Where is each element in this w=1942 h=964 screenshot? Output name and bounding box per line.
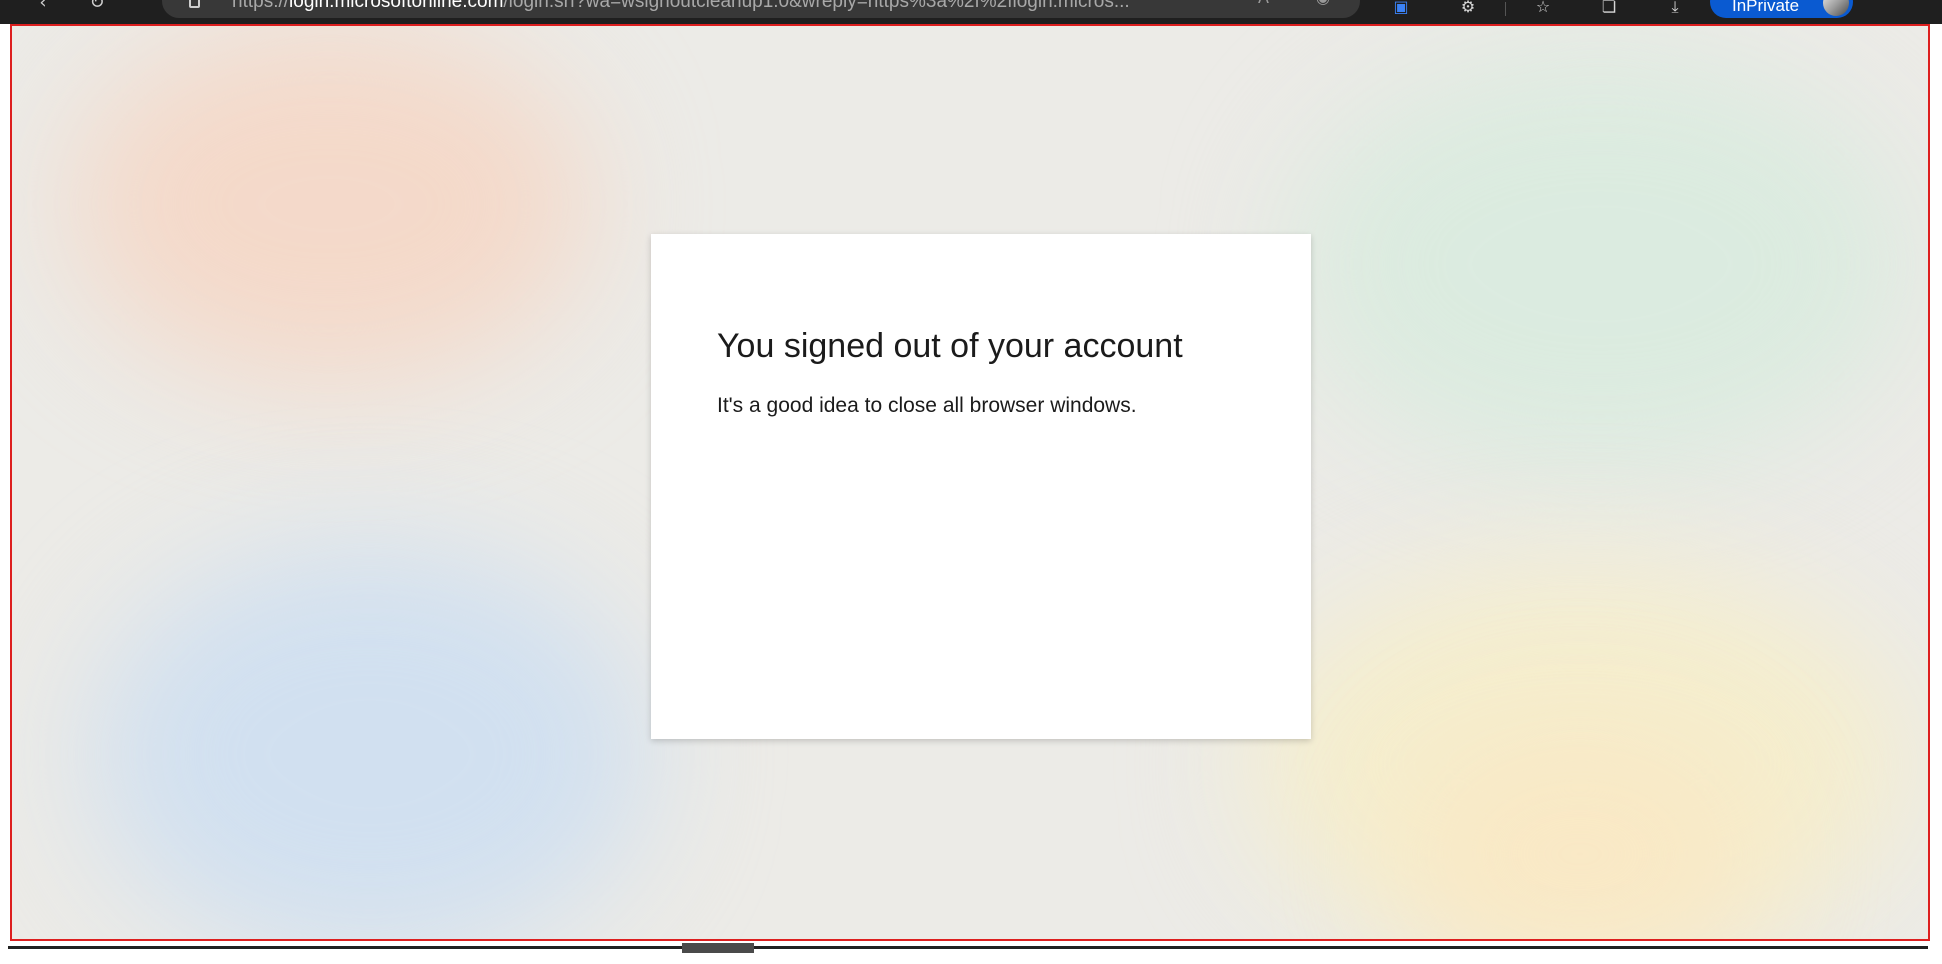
tab-actions-icon[interactable]: ❏ — [1596, 0, 1622, 20]
toolbar-separator — [1505, 2, 1506, 16]
taskbar — [0, 941, 1942, 964]
refresh-icon[interactable]: ↻ — [84, 0, 110, 16]
screen: ‹ ↻ https://login.microsoftonline.com/lo… — [0, 0, 1942, 964]
taskbar-app-indicator[interactable] — [682, 943, 754, 953]
tracking-prevention-icon[interactable]: ◉ — [1316, 0, 1330, 7]
url-host: login.microsoftonline.com — [289, 0, 504, 12]
signout-card: You signed out of your account It's a go… — [651, 234, 1311, 739]
url-path: /login.srf?wa=wsignoutcleanup1.0&wreply=… — [503, 0, 1130, 12]
browser-toolbar: ‹ ↻ https://login.microsoftonline.com/lo… — [0, 0, 1942, 24]
background-glow — [1290, 54, 1910, 474]
taskbar-edge — [8, 946, 1928, 949]
downloads-icon[interactable]: ⤓ — [1662, 0, 1688, 20]
favorites-icon[interactable]: ☆ — [1530, 0, 1556, 20]
page-background: You signed out of your account It's a go… — [10, 24, 1930, 941]
url-text: https://login.microsoftonline.com/login.… — [232, 0, 1130, 13]
lock-icon — [189, 0, 200, 8]
address-bar[interactable]: https://login.microsoftonline.com/login.… — [162, 0, 1360, 18]
background-glow — [70, 24, 590, 384]
inprivate-label: InPrivate — [1732, 0, 1800, 15]
inprivate-button[interactable]: InPrivate — [1710, 0, 1853, 18]
collections-icon[interactable]: ▣ — [1388, 0, 1414, 20]
back-icon[interactable]: ‹ — [30, 0, 56, 16]
signout-message: It's a good idea to close all browser wi… — [717, 394, 1137, 417]
url-scheme: https:// — [232, 0, 290, 12]
avatar-icon — [1823, 0, 1849, 16]
extensions-icon[interactable]: ⚙ — [1455, 0, 1481, 20]
page-title: You signed out of your account — [717, 327, 1183, 365]
read-aloud-icon[interactable]: A — [1258, 0, 1269, 7]
background-glow — [90, 544, 650, 941]
